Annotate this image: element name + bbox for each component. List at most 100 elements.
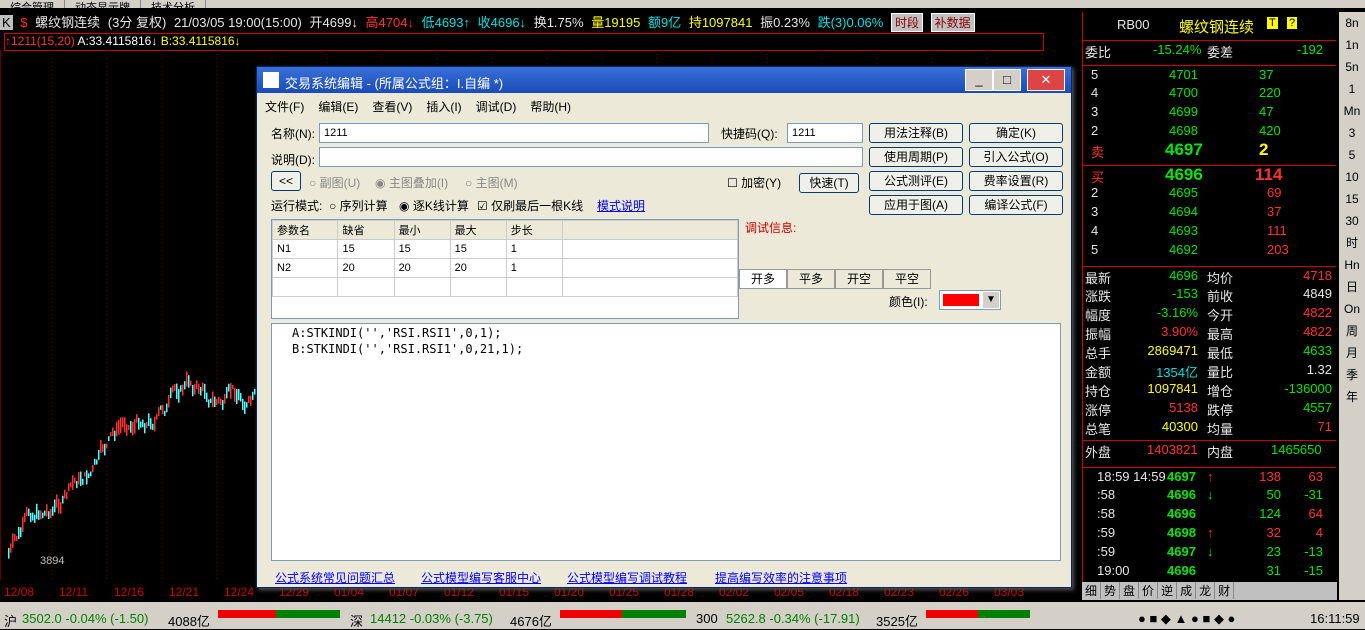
color-picker[interactable]: ▼ bbox=[939, 290, 1001, 310]
help-link[interactable]: 提高编写效率的注意事项 bbox=[715, 569, 847, 586]
refresh-last-checkbox[interactable]: ☑ 仅刷最后一根K线 bbox=[477, 197, 583, 214]
signal-tab[interactable]: 平空 bbox=[883, 269, 931, 289]
quote-tab[interactable]: 财 bbox=[1215, 582, 1235, 599]
param-cell[interactable]: N2 bbox=[271, 258, 339, 278]
param-grid[interactable]: 参数名 缺省 最小 最大 步长 N1 15 15 15 1 N2 20 20 20 1 bbox=[271, 220, 739, 297]
quote-tab[interactable]: 龙 bbox=[1196, 582, 1216, 599]
menu-item[interactable]: 调试(D) bbox=[476, 95, 517, 115]
param-cell[interactable]: 20 bbox=[393, 258, 451, 278]
minimize-button[interactable]: _ bbox=[965, 69, 993, 91]
test-button[interactable]: 公式测评(E) bbox=[869, 171, 963, 191]
radio-kline[interactable]: ◉ 逐K线计算 bbox=[399, 197, 469, 214]
quote-tab[interactable]: 细 bbox=[1082, 582, 1102, 599]
signal-tab[interactable]: 开空 bbox=[835, 269, 883, 289]
bid-row[interactable]: 4 4693 111 bbox=[1083, 222, 1336, 241]
encrypt-checkbox[interactable]: ☐ 加密(Y) bbox=[727, 174, 781, 191]
tray-icons[interactable]: ● ■ ◆ ▲ ● ■ ◆ ● bbox=[1138, 611, 1235, 627]
bid-row[interactable]: 3 4694 37 bbox=[1083, 203, 1336, 222]
desc-input[interactable] bbox=[319, 147, 863, 167]
tick-row[interactable]: 18:59 14:59 4697 ↑ 138 63 bbox=[1083, 467, 1336, 487]
ask-row[interactable]: 3 4699 47 bbox=[1083, 103, 1336, 122]
radio-sub[interactable]: ○ 副图(U) bbox=[309, 174, 360, 191]
ok-button[interactable]: 确定(K) bbox=[969, 123, 1063, 143]
param-cell[interactable]: 1 bbox=[505, 239, 563, 259]
tick-row[interactable]: :58 4696 ↓ 50 -31 bbox=[1083, 486, 1336, 505]
param-cell[interactable]: 20 bbox=[449, 258, 507, 278]
tab-tech-analysis[interactable]: 技术分析 bbox=[141, 0, 206, 8]
sh-index[interactable]: 3502.0 -0.04% (-1.50) bbox=[22, 611, 148, 626]
quote-tab[interactable]: 逆 bbox=[1158, 582, 1178, 599]
param-cell[interactable]: N1 bbox=[271, 239, 339, 259]
code-line[interactable]: A:STKINDI('','RSI.RSI1',0,1); bbox=[292, 326, 502, 340]
param-cell[interactable]: 20 bbox=[337, 258, 395, 278]
period-tool[interactable]: Mn bbox=[1339, 100, 1365, 122]
tab-dynamic-board[interactable]: 动态显示牌 bbox=[65, 0, 141, 8]
param-cell[interactable] bbox=[271, 277, 339, 297]
q-icon[interactable]: ? bbox=[1287, 17, 1298, 29]
period-tool[interactable]: 日 bbox=[1339, 276, 1365, 298]
bid-row[interactable]: 5 4692 203 bbox=[1083, 241, 1336, 260]
collapse-button[interactable]: << bbox=[271, 171, 301, 191]
fast-button[interactable]: 快速(T) bbox=[799, 173, 859, 193]
menu-item[interactable]: 帮助(H) bbox=[530, 95, 571, 115]
period-tool[interactable]: 周 bbox=[1339, 320, 1365, 342]
radio-main-overlay[interactable]: ◉ 主图叠加(I) bbox=[375, 174, 448, 191]
tick-row[interactable]: :59 4697 ↓ 23 -13 bbox=[1083, 543, 1336, 562]
signal-tab[interactable]: 开多 bbox=[739, 269, 787, 289]
ask-row[interactable]: 4 4700 220 bbox=[1083, 84, 1336, 103]
mode-help-link[interactable]: 模式说明 bbox=[597, 197, 645, 214]
help-link[interactable]: 公式模型编写调试教程 bbox=[567, 569, 687, 586]
period-tool[interactable]: 月 bbox=[1339, 342, 1365, 364]
i300-index[interactable]: 5262.8 -0.34% (-17.91) bbox=[726, 611, 860, 626]
period-tool[interactable]: 8n bbox=[1339, 12, 1365, 34]
quote-tab[interactable]: 成 bbox=[1177, 582, 1197, 599]
usage-button[interactable]: 用法注释(B) bbox=[869, 123, 963, 143]
ask-row[interactable]: 卖 4697 2 bbox=[1083, 140, 1336, 160]
period-tool[interactable]: 1n bbox=[1339, 34, 1365, 56]
param-row[interactable]: N2 20 20 20 1 bbox=[271, 258, 739, 278]
fee-button[interactable]: 费率设置(R) bbox=[969, 171, 1063, 191]
ask-row[interactable]: 5 4701 37 bbox=[1083, 65, 1336, 85]
param-row[interactable]: N1 15 15 15 1 bbox=[271, 239, 739, 259]
menu-item[interactable]: 插入(I) bbox=[426, 95, 461, 115]
param-cell[interactable]: 15 bbox=[449, 239, 507, 259]
param-cell[interactable] bbox=[337, 277, 395, 297]
close-icon[interactable]: ✕ bbox=[1027, 69, 1065, 91]
param-table[interactable]: 参数名 缺省 最小 最大 步长 N1 15 15 15 1 N2 20 20 20 1 bbox=[271, 219, 739, 319]
period-button[interactable]: 时段 bbox=[890, 13, 923, 32]
apply-button[interactable]: 应用于图(A) bbox=[869, 195, 963, 215]
menu-item[interactable]: 编辑(E) bbox=[318, 95, 358, 115]
quote-tab[interactable]: 势 bbox=[1101, 582, 1121, 599]
fill-data-button[interactable]: 补数据 bbox=[930, 13, 975, 32]
quote-tab[interactable]: 价 bbox=[1139, 582, 1159, 599]
compile-button[interactable]: 编译公式(F) bbox=[969, 195, 1063, 215]
param-cell[interactable]: 15 bbox=[337, 239, 395, 259]
maximize-button[interactable]: □ bbox=[993, 69, 1021, 91]
param-cell[interactable] bbox=[505, 277, 563, 297]
bid-row[interactable]: 买 4696 114 bbox=[1083, 165, 1336, 185]
radio-main[interactable]: ○ 主图(M) bbox=[465, 174, 518, 191]
radio-seq[interactable]: ○ 序列计算 bbox=[329, 197, 388, 214]
dialog-titlebar[interactable]: 交易系统编辑 - (所属公式组：I.自编 *) _ □ ✕ bbox=[257, 67, 1071, 93]
param-cell[interactable]: 1 bbox=[505, 258, 563, 278]
period-button[interactable]: 使用周期(P) bbox=[869, 147, 963, 167]
name-input[interactable]: 1211 bbox=[319, 123, 709, 143]
tick-row[interactable]: 19:00 4696 31 -15 bbox=[1083, 562, 1336, 581]
param-cell[interactable] bbox=[449, 277, 507, 297]
ask-row[interactable]: 2 4698 420 bbox=[1083, 122, 1336, 141]
hotkey-input[interactable]: 1211 bbox=[787, 123, 863, 143]
param-cell[interactable] bbox=[561, 277, 739, 297]
period-tool[interactable]: 时 bbox=[1339, 232, 1365, 254]
quote-tab[interactable]: 盘 bbox=[1120, 582, 1140, 599]
tick-row[interactable]: :59 4698 ↑ 32 4 bbox=[1083, 524, 1336, 543]
menu-item[interactable]: 文件(F) bbox=[265, 95, 304, 115]
help-link[interactable]: 公式系统常见问题汇总 bbox=[275, 569, 395, 586]
period-tool[interactable]: 5 bbox=[1339, 144, 1365, 166]
menu-item[interactable]: 查看(V) bbox=[372, 95, 412, 115]
param-cell[interactable] bbox=[393, 277, 451, 297]
code-line[interactable]: B:STKINDI('','RSI.RSI1',0,21,1); bbox=[292, 342, 523, 356]
tick-row[interactable]: :58 4696 124 64 bbox=[1083, 505, 1336, 524]
param-cell[interactable]: 15 bbox=[393, 239, 451, 259]
help-link[interactable]: 公式模型编写客服中心 bbox=[421, 569, 541, 586]
import-button[interactable]: 引入公式(O) bbox=[969, 147, 1063, 167]
